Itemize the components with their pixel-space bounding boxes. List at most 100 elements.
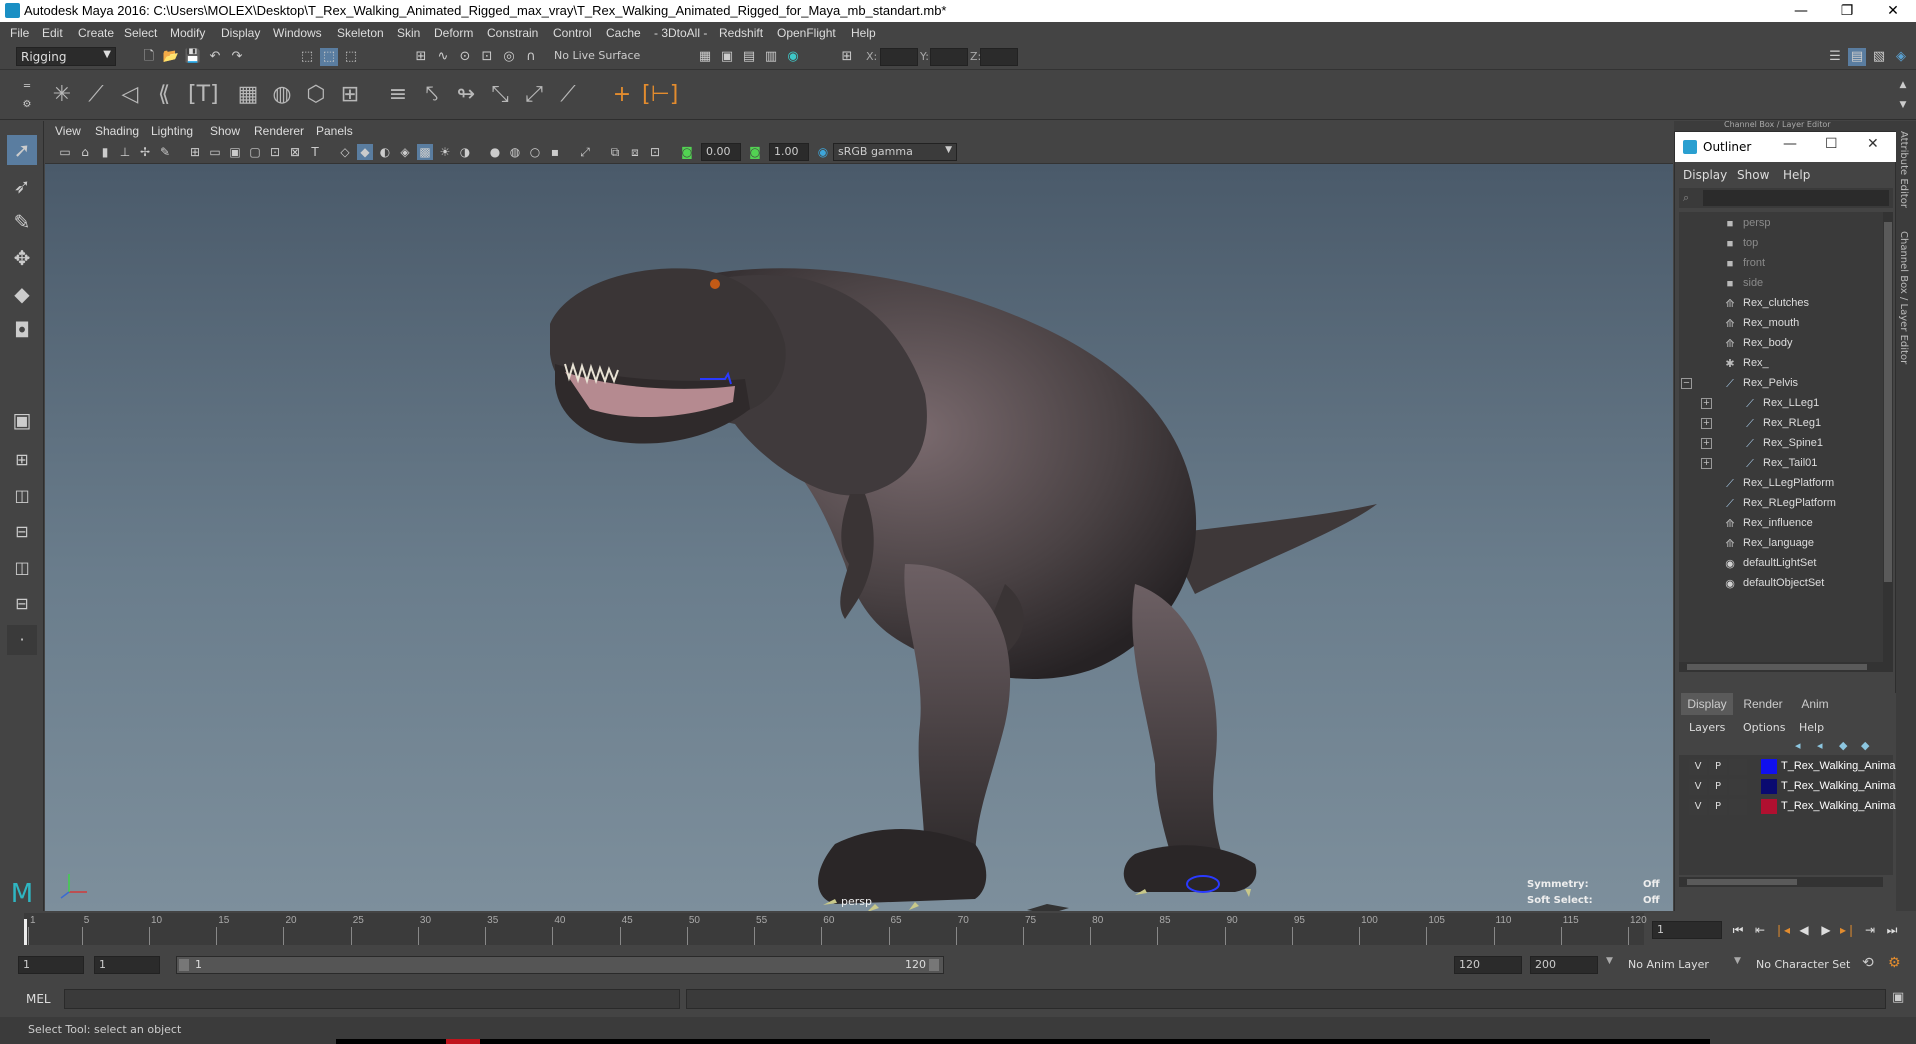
layer-display-type-toggle[interactable] — [1729, 799, 1747, 815]
shelf-settings-icon[interactable]: ⚙ — [18, 96, 36, 114]
isolate-select-icon[interactable]: ⤢ — [577, 144, 593, 160]
safe-action-icon[interactable]: ⊠ — [287, 144, 303, 160]
four-view-icon[interactable]: ⊞ — [7, 445, 37, 475]
layer-playback-toggle[interactable]: P — [1709, 799, 1727, 815]
anim-layer-select[interactable]: No Anim Layer — [1628, 958, 1709, 971]
grid-toggle-icon[interactable]: ⊞ — [187, 144, 203, 160]
color-management-icon[interactable]: ◉ — [815, 144, 831, 160]
use-all-lights-icon[interactable]: ☀ — [437, 144, 453, 160]
grease-pencil-icon[interactable]: ✎ — [157, 144, 173, 160]
restore-button[interactable]: ❐ — [1824, 0, 1870, 22]
outliner-item[interactable]: ⟰ Rex_mouth — [1679, 314, 1889, 334]
layer-visibility-toggle[interactable]: V — [1689, 779, 1707, 795]
collapse-icon[interactable]: − — [1681, 378, 1692, 389]
render-settings-icon[interactable]: ▦ — [696, 48, 714, 66]
joint-tool-icon[interactable]: ✳ — [48, 80, 76, 110]
render-current-icon[interactable]: ▤ — [740, 48, 758, 66]
menu-windows[interactable]: Windows — [273, 26, 322, 40]
depth-of-field-icon[interactable]: ▪ — [547, 144, 563, 160]
layer-row[interactable]: V P T_Rex_Walking_Anima — [1689, 797, 1896, 816]
layer-row[interactable]: V P T_Rex_Walking_Anima — [1689, 757, 1896, 776]
select-camera-icon[interactable]: ▭ — [57, 144, 73, 160]
tab-render[interactable]: Render — [1737, 693, 1789, 715]
snap-grid-icon[interactable]: ⊞ — [412, 48, 430, 66]
outliner-item[interactable]: ⟰ Rex_clutches — [1679, 294, 1889, 314]
range-slider[interactable]: 1 120 — [176, 956, 944, 974]
rotate-tool-icon[interactable]: ◆ — [7, 279, 37, 309]
outliner-item[interactable]: ■ side — [1679, 274, 1889, 294]
attribute-editor-toggle-icon[interactable]: ▤ — [1848, 48, 1866, 66]
chevron-down-icon[interactable]: ▼ — [1734, 956, 1741, 966]
resolution-gate-icon[interactable]: ▣ — [227, 144, 243, 160]
outliner-close-button[interactable]: ✕ — [1867, 136, 1879, 152]
field-chart-icon[interactable]: ⊡ — [267, 144, 283, 160]
snap-surface-icon[interactable]: ◎ — [500, 48, 518, 66]
ik-spline-icon[interactable]: ◁ — [116, 80, 144, 110]
wireframe-icon[interactable]: ◇ — [337, 144, 353, 160]
menu-redshift[interactable]: Redshift — [719, 26, 763, 40]
outliner-item[interactable]: ◉ defaultLightSet — [1679, 554, 1889, 574]
layers-menu-help[interactable]: Help — [1799, 721, 1824, 734]
move-layer-down-icon[interactable]: ◂ — [1817, 739, 1823, 752]
anti-aliasing-icon[interactable]: ○ — [527, 144, 543, 160]
vp-menu-view[interactable]: View — [55, 124, 81, 138]
layer-row[interactable]: V P T_Rex_Walking_Anima — [1689, 777, 1896, 796]
filter-icon[interactable]: ⌕ — [1683, 191, 1689, 205]
point-constraint-icon[interactable]: ≡ — [384, 80, 412, 110]
time-slider-track[interactable]: 1 5 10 15 20 25 30 35 40 45 50 55 60 65 70 75 80 85 90 95 10… — [24, 913, 1647, 945]
modeling-toolkit-icon[interactable]: ☰ — [1826, 48, 1844, 66]
bind-skin-icon[interactable]: [T] — [188, 80, 219, 110]
menu-modify[interactable]: Modify — [170, 26, 205, 40]
playback-start-field[interactable]: 1 — [94, 956, 160, 974]
layer-color-swatch[interactable] — [1761, 779, 1777, 794]
tab-display[interactable]: Display — [1681, 693, 1733, 715]
paint-select-icon[interactable]: ✎ — [7, 207, 37, 237]
layers-menu-options[interactable]: Options — [1743, 721, 1785, 734]
outliner-maximize-button[interactable]: ☐ — [1825, 136, 1838, 152]
outliner-hscroll-thumb[interactable] — [1687, 664, 1867, 670]
current-frame-field[interactable]: 1 — [1652, 921, 1722, 939]
save-scene-icon[interactable]: 💾 — [184, 48, 202, 66]
locator-shelf-icon[interactable]: + — [608, 80, 636, 110]
menu-file[interactable]: File — [10, 26, 29, 40]
motion-blur-icon[interactable]: ◍ — [507, 144, 523, 160]
outliner-item[interactable]: + ⟋ Rex_Tail01 — [1679, 454, 1889, 474]
menu-display[interactable]: Display — [221, 26, 260, 40]
vp-menu-show[interactable]: Show — [210, 124, 240, 138]
expand-icon[interactable]: + — [1701, 418, 1712, 429]
expand-icon[interactable]: + — [1701, 398, 1712, 409]
outliner-item[interactable]: ⟰ Rex_influence — [1679, 514, 1889, 534]
outliner-item[interactable]: ✱ Rex_ — [1679, 354, 1889, 374]
smooth-shade-icon[interactable]: ◆ — [357, 144, 373, 160]
x-coordinate-field[interactable] — [880, 48, 918, 66]
outliner-menu-display[interactable]: Display — [1683, 168, 1727, 182]
outliner-item[interactable]: + ⟋ Rex_RLeg1 — [1679, 414, 1889, 434]
scene-start-field[interactable]: 1 — [18, 956, 84, 974]
tool-settings-toggle-icon[interactable]: ▧ — [1870, 48, 1888, 66]
camera-attributes-icon[interactable]: ⌂ — [77, 144, 93, 160]
new-scene-icon[interactable]: 🗋 — [140, 48, 158, 66]
side-by-side-icon[interactable]: ◫ — [7, 481, 37, 511]
mirror-joint-icon[interactable]: ⟪ — [150, 80, 178, 110]
script-editor-icon[interactable]: ▣ — [1892, 990, 1904, 1005]
play-backwards-icon[interactable]: ◀ — [1794, 922, 1814, 938]
menu-skin[interactable]: Skin — [397, 26, 420, 40]
scene-end-field[interactable]: 200 — [1530, 956, 1598, 974]
orient-constraint-icon[interactable]: ↬ — [452, 80, 480, 110]
image-plane-icon[interactable]: ⊥ — [117, 144, 133, 160]
character-set-select[interactable]: No Character Set — [1756, 958, 1850, 971]
layer-playback-toggle[interactable]: P — [1709, 759, 1727, 775]
layer-visibility-toggle[interactable]: V — [1689, 759, 1707, 775]
persp-graph-icon[interactable]: ⊟ — [7, 517, 37, 547]
z-coordinate-field[interactable] — [980, 48, 1018, 66]
aim-constraint-icon[interactable]: ⤣ — [418, 80, 446, 110]
select-component-icon[interactable]: ⬚ — [342, 48, 360, 66]
snap-magnet-icon[interactable]: ∩ — [522, 48, 540, 66]
xray-components-icon[interactable]: ⊡ — [647, 144, 663, 160]
outliner-item[interactable]: ■ top — [1679, 234, 1889, 254]
redo-icon[interactable]: ↷ — [228, 48, 246, 66]
film-gate-icon[interactable]: ▭ — [207, 144, 223, 160]
select-hierarchy-icon[interactable]: ⬚ — [298, 48, 316, 66]
ipr-render-icon[interactable]: ▥ — [762, 48, 780, 66]
select-tool-icon[interactable]: ➚ — [7, 135, 37, 165]
